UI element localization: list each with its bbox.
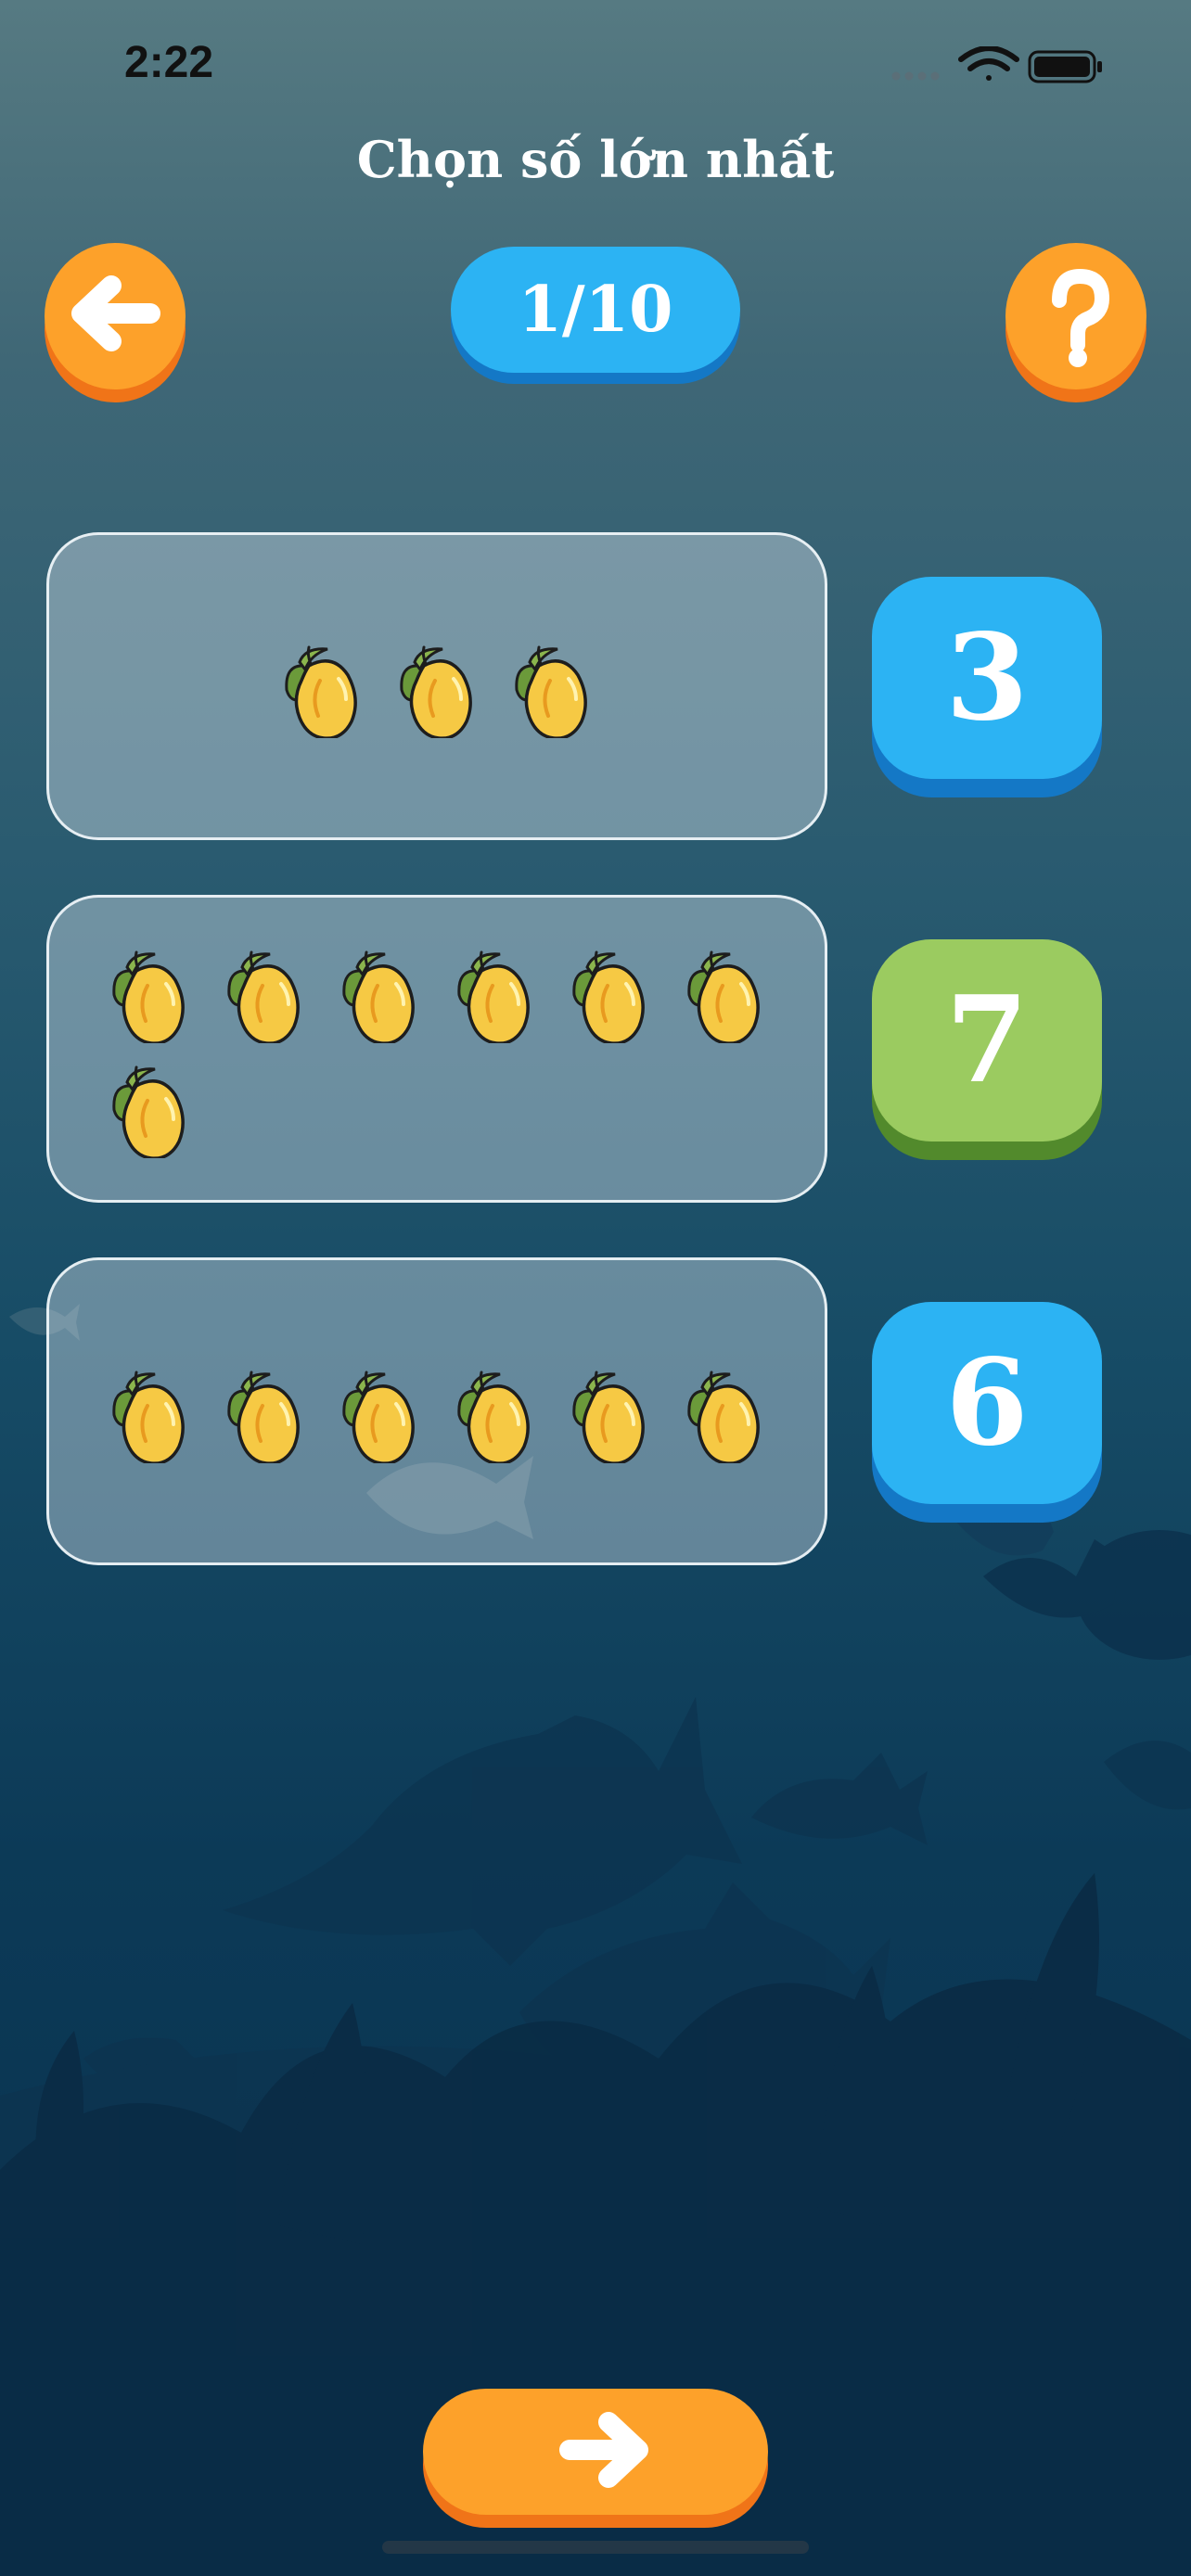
mango-icon	[277, 634, 366, 740]
mango-icon	[335, 939, 424, 1045]
mango-icon	[507, 634, 596, 740]
option-card-3	[46, 1257, 827, 1565]
option-card-1	[46, 532, 827, 840]
option-card-2	[46, 895, 827, 1203]
mango-icon	[680, 1359, 769, 1465]
mango-icon	[105, 1359, 194, 1465]
battery-icon	[1028, 50, 1102, 83]
next-button[interactable]	[423, 2389, 768, 2515]
status-time: 2:22	[124, 38, 214, 87]
cellular-signal-icon	[891, 71, 940, 81]
mango-icon	[680, 939, 769, 1045]
arrow-right-icon	[559, 2412, 648, 2488]
arrow-left-icon	[71, 275, 160, 351]
mango-icon	[450, 939, 539, 1045]
mango-icon	[105, 939, 194, 1045]
progress-counter: 1/10	[451, 247, 740, 373]
back-button[interactable]	[45, 243, 186, 389]
help-button[interactable]	[1005, 243, 1146, 389]
mango-icon	[220, 939, 309, 1045]
mango-icon	[565, 939, 654, 1045]
wifi-icon	[958, 46, 1019, 81]
home-indicator	[382, 2541, 809, 2554]
mango-icon	[335, 1359, 424, 1465]
mango-icon	[105, 1054, 194, 1160]
answer-button-2[interactable]: 7	[872, 939, 1102, 1141]
mango-icon	[392, 634, 481, 740]
page-title: Chọn số lớn nhất	[356, 130, 835, 189]
question-mark-icon	[1052, 268, 1110, 367]
mango-icon	[220, 1359, 309, 1465]
mango-icon	[450, 1359, 539, 1465]
answer-button-3[interactable]: 6	[872, 1302, 1102, 1504]
status-icons	[891, 46, 1102, 83]
mango-icon	[565, 1359, 654, 1465]
answer-button-1[interactable]: 3	[872, 577, 1102, 779]
